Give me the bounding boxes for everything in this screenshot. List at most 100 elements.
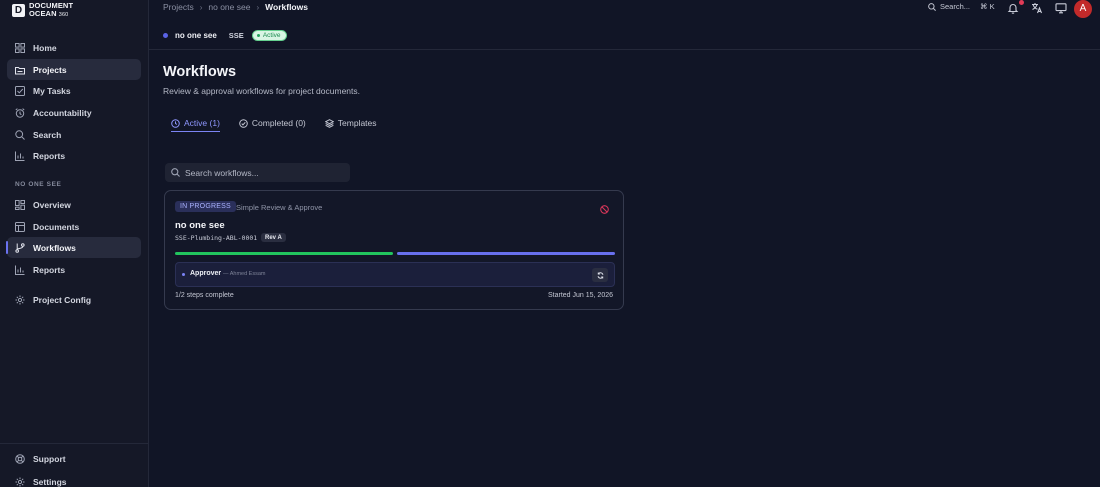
tab-active[interactable]: Active (1) xyxy=(171,115,220,132)
chevron-right-icon: › xyxy=(199,2,203,12)
monitor-icon[interactable] xyxy=(1055,2,1067,14)
breadcrumb: Projects › no one see › Workflows xyxy=(163,2,308,12)
workflow-icon xyxy=(15,242,25,253)
status-label: Active xyxy=(262,32,281,39)
bell-icon[interactable] xyxy=(1007,2,1019,14)
breadcrumb-project[interactable]: no one see xyxy=(208,2,250,12)
step-status-dot xyxy=(182,273,185,276)
layers-icon xyxy=(324,118,334,128)
sidebar-section-label: NO ONE SEE xyxy=(15,181,62,188)
logo-line-2: OCEAN xyxy=(29,8,57,18)
logo-mark-icon: D xyxy=(12,4,25,17)
global-search-label: Search... xyxy=(940,2,971,11)
alarm-icon xyxy=(15,107,25,118)
gear-icon xyxy=(15,295,25,304)
breadcrumb-projects[interactable]: Projects xyxy=(163,2,194,12)
sidebar-item-home[interactable]: Home xyxy=(7,37,141,58)
project-code: SSE xyxy=(228,31,244,40)
chevron-right-icon: › xyxy=(256,2,260,12)
step-role: Approver xyxy=(190,270,222,277)
step-assignee: — Ahmed Essam xyxy=(223,271,266,277)
tab-label: Templates xyxy=(337,118,377,128)
steps-complete-text: 1/2 steps complete xyxy=(175,292,234,299)
workflow-search xyxy=(165,163,350,182)
search-icon xyxy=(15,129,25,140)
cancel-icon[interactable] xyxy=(600,205,609,214)
logo-text: DOCUMENT OCEAN 360 xyxy=(29,2,73,19)
workflow-template-name: Simple Review & Approve xyxy=(236,203,323,212)
sidebar-item-reports[interactable]: Reports xyxy=(7,145,141,166)
sidebar: D DOCUMENT OCEAN 360 Home Projects My Ta… xyxy=(0,0,149,487)
sidebar-item-label: Accountability xyxy=(33,107,92,118)
sidebar-item-label: Support xyxy=(33,453,66,464)
tab-completed[interactable]: Completed (0) xyxy=(239,115,306,131)
page-title: Workflows xyxy=(163,64,237,80)
documents-icon xyxy=(15,221,25,232)
workflow-title: no one see xyxy=(175,220,225,231)
settings-icon xyxy=(15,477,25,486)
sidebar-item-label: Settings xyxy=(33,476,67,487)
status-badge: Active xyxy=(251,30,287,41)
topbar: Projects › no one see › Workflows Search… xyxy=(149,0,1100,50)
reassign-button[interactable] xyxy=(592,268,608,282)
refresh-icon xyxy=(597,271,603,279)
check-circle-icon xyxy=(239,118,248,128)
project-color-dot xyxy=(163,33,168,38)
sidebar-item-settings[interactable]: Settings xyxy=(7,471,141,487)
project-header: no one see SSE Active xyxy=(163,30,287,41)
revision-badge: Rev A xyxy=(261,233,286,242)
tasks-icon xyxy=(15,85,25,96)
progress-segment-complete xyxy=(175,252,393,255)
workflow-card[interactable]: IN PROGRESS Simple Review & Approve no o… xyxy=(164,190,624,310)
sidebar-item-support[interactable]: Support xyxy=(7,448,141,469)
tab-label: Completed (0) xyxy=(251,118,306,128)
sidebar-item-my-tasks[interactable]: My Tasks xyxy=(7,80,141,101)
sidebar-item-label: Reports xyxy=(33,150,66,161)
sidebar-item-overview[interactable]: Overview xyxy=(7,194,141,215)
search-icon xyxy=(171,168,180,177)
sidebar-item-label: Documents xyxy=(33,221,80,232)
home-icon xyxy=(15,42,25,53)
tab-label: Active (1) xyxy=(184,118,220,128)
sidebar-item-label: My Tasks xyxy=(33,85,71,96)
search-icon xyxy=(928,2,936,11)
sidebar-item-label: Projects xyxy=(33,64,67,75)
chart-icon xyxy=(15,151,25,161)
sidebar-item-accountability[interactable]: Accountability xyxy=(7,102,141,123)
sidebar-item-projects[interactable]: Projects xyxy=(7,59,141,80)
status-dot xyxy=(256,34,260,37)
tab-templates[interactable]: Templates xyxy=(324,115,377,131)
workflow-status-badge: IN PROGRESS xyxy=(175,201,236,212)
sidebar-item-label: Search xyxy=(33,129,62,140)
sidebar-item-search[interactable]: Search xyxy=(7,124,141,145)
workflow-step-row: Approver — Ahmed Essam xyxy=(175,262,615,287)
translate-icon[interactable] xyxy=(1031,2,1043,14)
sidebar-item-label: Home xyxy=(33,42,57,53)
sidebar-item-documents[interactable]: Documents xyxy=(7,216,141,237)
notification-dot xyxy=(1019,0,1024,5)
app-logo[interactable]: D DOCUMENT OCEAN 360 xyxy=(12,2,73,19)
sidebar-item-label: Project Config xyxy=(33,294,92,305)
breadcrumb-current: Workflows xyxy=(265,2,308,12)
avatar[interactable]: A xyxy=(1074,0,1092,18)
overview-icon xyxy=(15,199,25,210)
sidebar-item-label: Reports xyxy=(33,264,66,275)
sidebar-divider xyxy=(0,443,149,444)
page-subtitle: Review & approval workflows for project … xyxy=(163,86,360,96)
sidebar-item-label: Overview xyxy=(33,199,71,210)
chart-icon xyxy=(15,265,25,275)
global-search-button[interactable]: Search... ⌘ K xyxy=(928,2,998,11)
support-icon xyxy=(15,453,25,464)
sidebar-item-project-reports[interactable]: Reports xyxy=(7,259,141,280)
clock-icon xyxy=(171,118,180,128)
search-input[interactable] xyxy=(185,167,345,178)
workflow-tabs: Active (1) Completed (0) Templates xyxy=(171,115,396,132)
sidebar-item-project-config[interactable]: Project Config xyxy=(7,289,141,310)
started-date: Started Jun 15, 2026 xyxy=(548,292,613,299)
document-id: SSE-Plumbing-ABL-0001 xyxy=(175,234,258,242)
logo-number: 360 xyxy=(58,11,69,18)
progress-segment-pending xyxy=(397,252,615,255)
sidebar-item-workflows[interactable]: Workflows xyxy=(6,237,141,258)
projects-icon xyxy=(15,66,25,74)
project-name: no one see xyxy=(175,31,217,40)
